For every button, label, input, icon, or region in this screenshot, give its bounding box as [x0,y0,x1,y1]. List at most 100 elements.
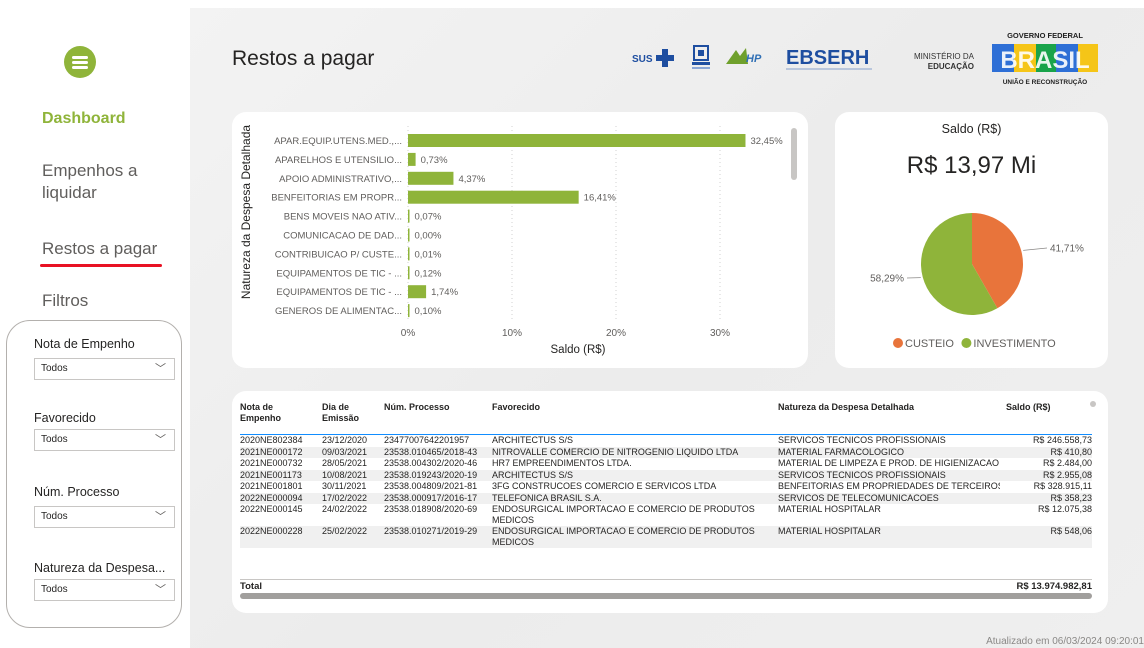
table-header: Nota de Empenho Dia de Emissão Núm. Proc… [240,399,1092,435]
nav-restos-a-pagar[interactable]: Restos a pagar [42,238,157,260]
bar-category-label: BENFEITORIAS EM PROPR... [271,193,402,204]
filter-select-nota-empenho[interactable]: Todos ﹀ [34,358,175,380]
table-row[interactable]: 2021NE001801 30/11/2021 23538.004809/2021-… [240,481,1092,493]
table-cell: ARCHITECTUS S/S [492,435,574,445]
table-cell: SERVICOS TECNICOS PROFISSIONAIS [778,435,946,445]
table-cell: TELEFONICA BRASIL S.A. [492,492,602,503]
ebserh-logo: EBSERH [786,44,878,79]
legend-label[interactable]: INVESTIMENTO [973,338,1056,350]
chevron-down-icon: ﹀ [155,511,166,523]
filter-select-num-processo[interactable]: Todos ﹀ [34,506,175,528]
bar[interactable] [408,152,416,166]
table-cell: 3FG CONSTRUCOES COMERCIO E SERVICOS LTDA [492,481,717,491]
table-row[interactable]: 2021NE000172 09/03/2021 23538.010465/2018-… [240,446,1092,458]
table-row[interactable]: 2022NE000094 17/02/2022 23538.000917/2016-… [240,492,1092,504]
governo-federal-text: GOVERNO FEDERAL [1007,31,1083,40]
sus-logo: SUS [632,46,684,75]
bar-data-label: 0,00% [415,231,442,242]
table-cell: 2021NE001173 [240,469,302,480]
legend-marker [961,338,972,348]
legend-label[interactable]: CUSTEIO [905,338,954,350]
table-cell: MATERIAL FARMACOLOGICO [778,446,905,457]
table-cell: R$ 2.484,00 [1042,458,1092,468]
bar-chart-card: Natureza da Despesa Detalhada Saldo (R$)… [232,112,808,368]
bar[interactable] [408,266,410,280]
table-cell: R$ 246.558,73 [1032,435,1092,445]
filter-select-favorecido[interactable]: Todos ﹀ [34,429,175,451]
table-cell: SERVICOS TECNICOS PROFISSIONAIS [778,469,946,480]
table-cell: SERVICOS DE TELECOMUNICACOES [778,492,939,503]
bar[interactable] [408,209,410,223]
table-horizontal-scrollbar[interactable] [240,593,1092,599]
bar-chart-ylabel: Natureza da Despesa Detalhada [239,125,253,299]
brasil-text: BRASIL [1000,47,1089,74]
table-cell: MATERIAL DE LIMPEZA E PROD. DE HIGIENIZA… [778,458,1000,468]
table-cell: R$ 548,06 [1050,526,1092,536]
table-cell: ENDOSURGICAL IMPORTACAO E COMERCIO DE PR… [492,504,755,525]
table-cell: 23538.010465/2018-43 [384,446,478,457]
col-header-num-processo[interactable]: Núm. Processo [384,402,450,413]
bar-category-label: APAR.EQUIP.UTENS.MED.,... [274,136,402,147]
table-cell: 23538.004809/2021-81 [384,481,478,491]
bar[interactable] [408,134,746,147]
col-header-saldo[interactable]: Saldo (R$) [1006,402,1051,413]
table-cell: 2021NE000732 [240,458,303,468]
table-cell: ARCHITECTUS S/S [492,469,574,480]
nav-dashboard[interactable]: Dashboard [42,108,126,130]
filter-label-nota-empenho: Nota de Empenho [34,337,135,351]
table-row[interactable]: 2021NE001173 10/08/2021 23538.019243/2020-… [240,469,1092,481]
governo-federal-brasil-logo: GOVERNO FEDERAL BRASIL UNIÃO E RECONSTRU… [986,28,1104,107]
bar-data-label: 4,37% [458,174,485,185]
bar-data-label: 0,12% [415,268,442,279]
filter-select-value: Todos [41,434,68,445]
total-value: R$ 13.974.982,81 [1016,581,1092,592]
table-row[interactable]: 2021NE000732 28/05/2021 23538.004302/2020-… [240,458,1092,470]
table-row[interactable]: 2022NE000145 24/02/2022 23538.018908/2020-… [240,504,1092,526]
pie-chart[interactable]: 41,71% 58,29% CUSTEIO INVESTIMENTO [835,112,1108,368]
hamburger-menu-icon[interactable] [64,46,96,78]
table-cell: R$ 2.955,08 [1042,469,1092,480]
chevron-down-icon: ﹀ [155,584,166,596]
table-cell: 23477007642201957 [384,435,470,445]
last-updated-text: Atualizado em 06/03/2024 09:20:01 [986,636,1144,647]
filter-select-natureza-despesa[interactable]: Todos ﹀ [34,579,175,601]
table-cell: ENDOSURGICAL IMPORTACAO E COMERCIO DE PR… [492,526,755,547]
bar[interactable] [408,304,410,318]
ministerio-line2: EDUCAÇÃO [928,62,974,71]
table-cell: 23538.000917/2016-17 [384,492,478,503]
table-cell: 25/02/2022 [322,526,368,536]
table-row[interactable]: 2022NE000228 25/02/2022 23538.010271/2019-… [240,526,1092,548]
col-header-dia-emissao[interactable]: Dia de Emissão [322,402,372,424]
bar[interactable] [408,171,454,185]
nav-empenhos-a-liquidar[interactable]: Empenhos a liquidar [42,160,172,204]
total-label: Total [240,581,262,592]
bar-data-label: 16,41% [584,193,617,204]
table-body: 2020NE802384 23/12/2020 23477007642201957 A… [240,435,1092,548]
filter-select-value: Todos [41,511,68,522]
chevron-down-icon: ﹀ [155,434,166,446]
table-cell: 09/03/2021 [322,446,368,457]
bar-chart-scrollbar[interactable] [791,128,797,180]
filter-panel: Nota de Empenho Todos ﹀ Favorecido Todos ﹀… [6,320,182,628]
table-row[interactable]: 2020NE802384 23/12/2020 23477007642201957 A… [240,435,1092,447]
bar[interactable] [408,190,579,204]
col-header-favorecido[interactable]: Favorecido [492,402,540,413]
bar-chart[interactable]: Natureza da Despesa Detalhada Saldo (R$)… [232,112,808,368]
bar-data-label: 0,07% [415,212,442,223]
table-cell: R$ 12.075,38 [1037,504,1092,514]
table-cell: 23538.018908/2020-69 [384,504,478,514]
bar[interactable] [408,285,427,299]
col-header-nota-empenho[interactable]: Nota de Empenho [240,402,310,424]
table-cell: 24/02/2022 [322,504,368,514]
nav-filtros: Filtros [42,291,89,310]
bar[interactable] [408,247,410,261]
table-cell: 23538.004302/2020-46 [384,458,478,468]
table-card: Nota de Empenho Dia de Emissão Núm. Proc… [232,391,1108,613]
col-header-natureza-despesa[interactable]: Natureza da Despesa Detalhada [778,402,914,413]
table-vertical-scrollbar[interactable] [1090,401,1096,407]
sidebar: Dashboard Empenhos a liquidar Restos a p… [0,0,190,648]
bar[interactable] [408,228,410,242]
table-cell: 2022NE000228 [240,526,303,536]
table-cell: 30/11/2021 [322,481,367,491]
table-cell: 2021NE000172 [240,446,303,457]
